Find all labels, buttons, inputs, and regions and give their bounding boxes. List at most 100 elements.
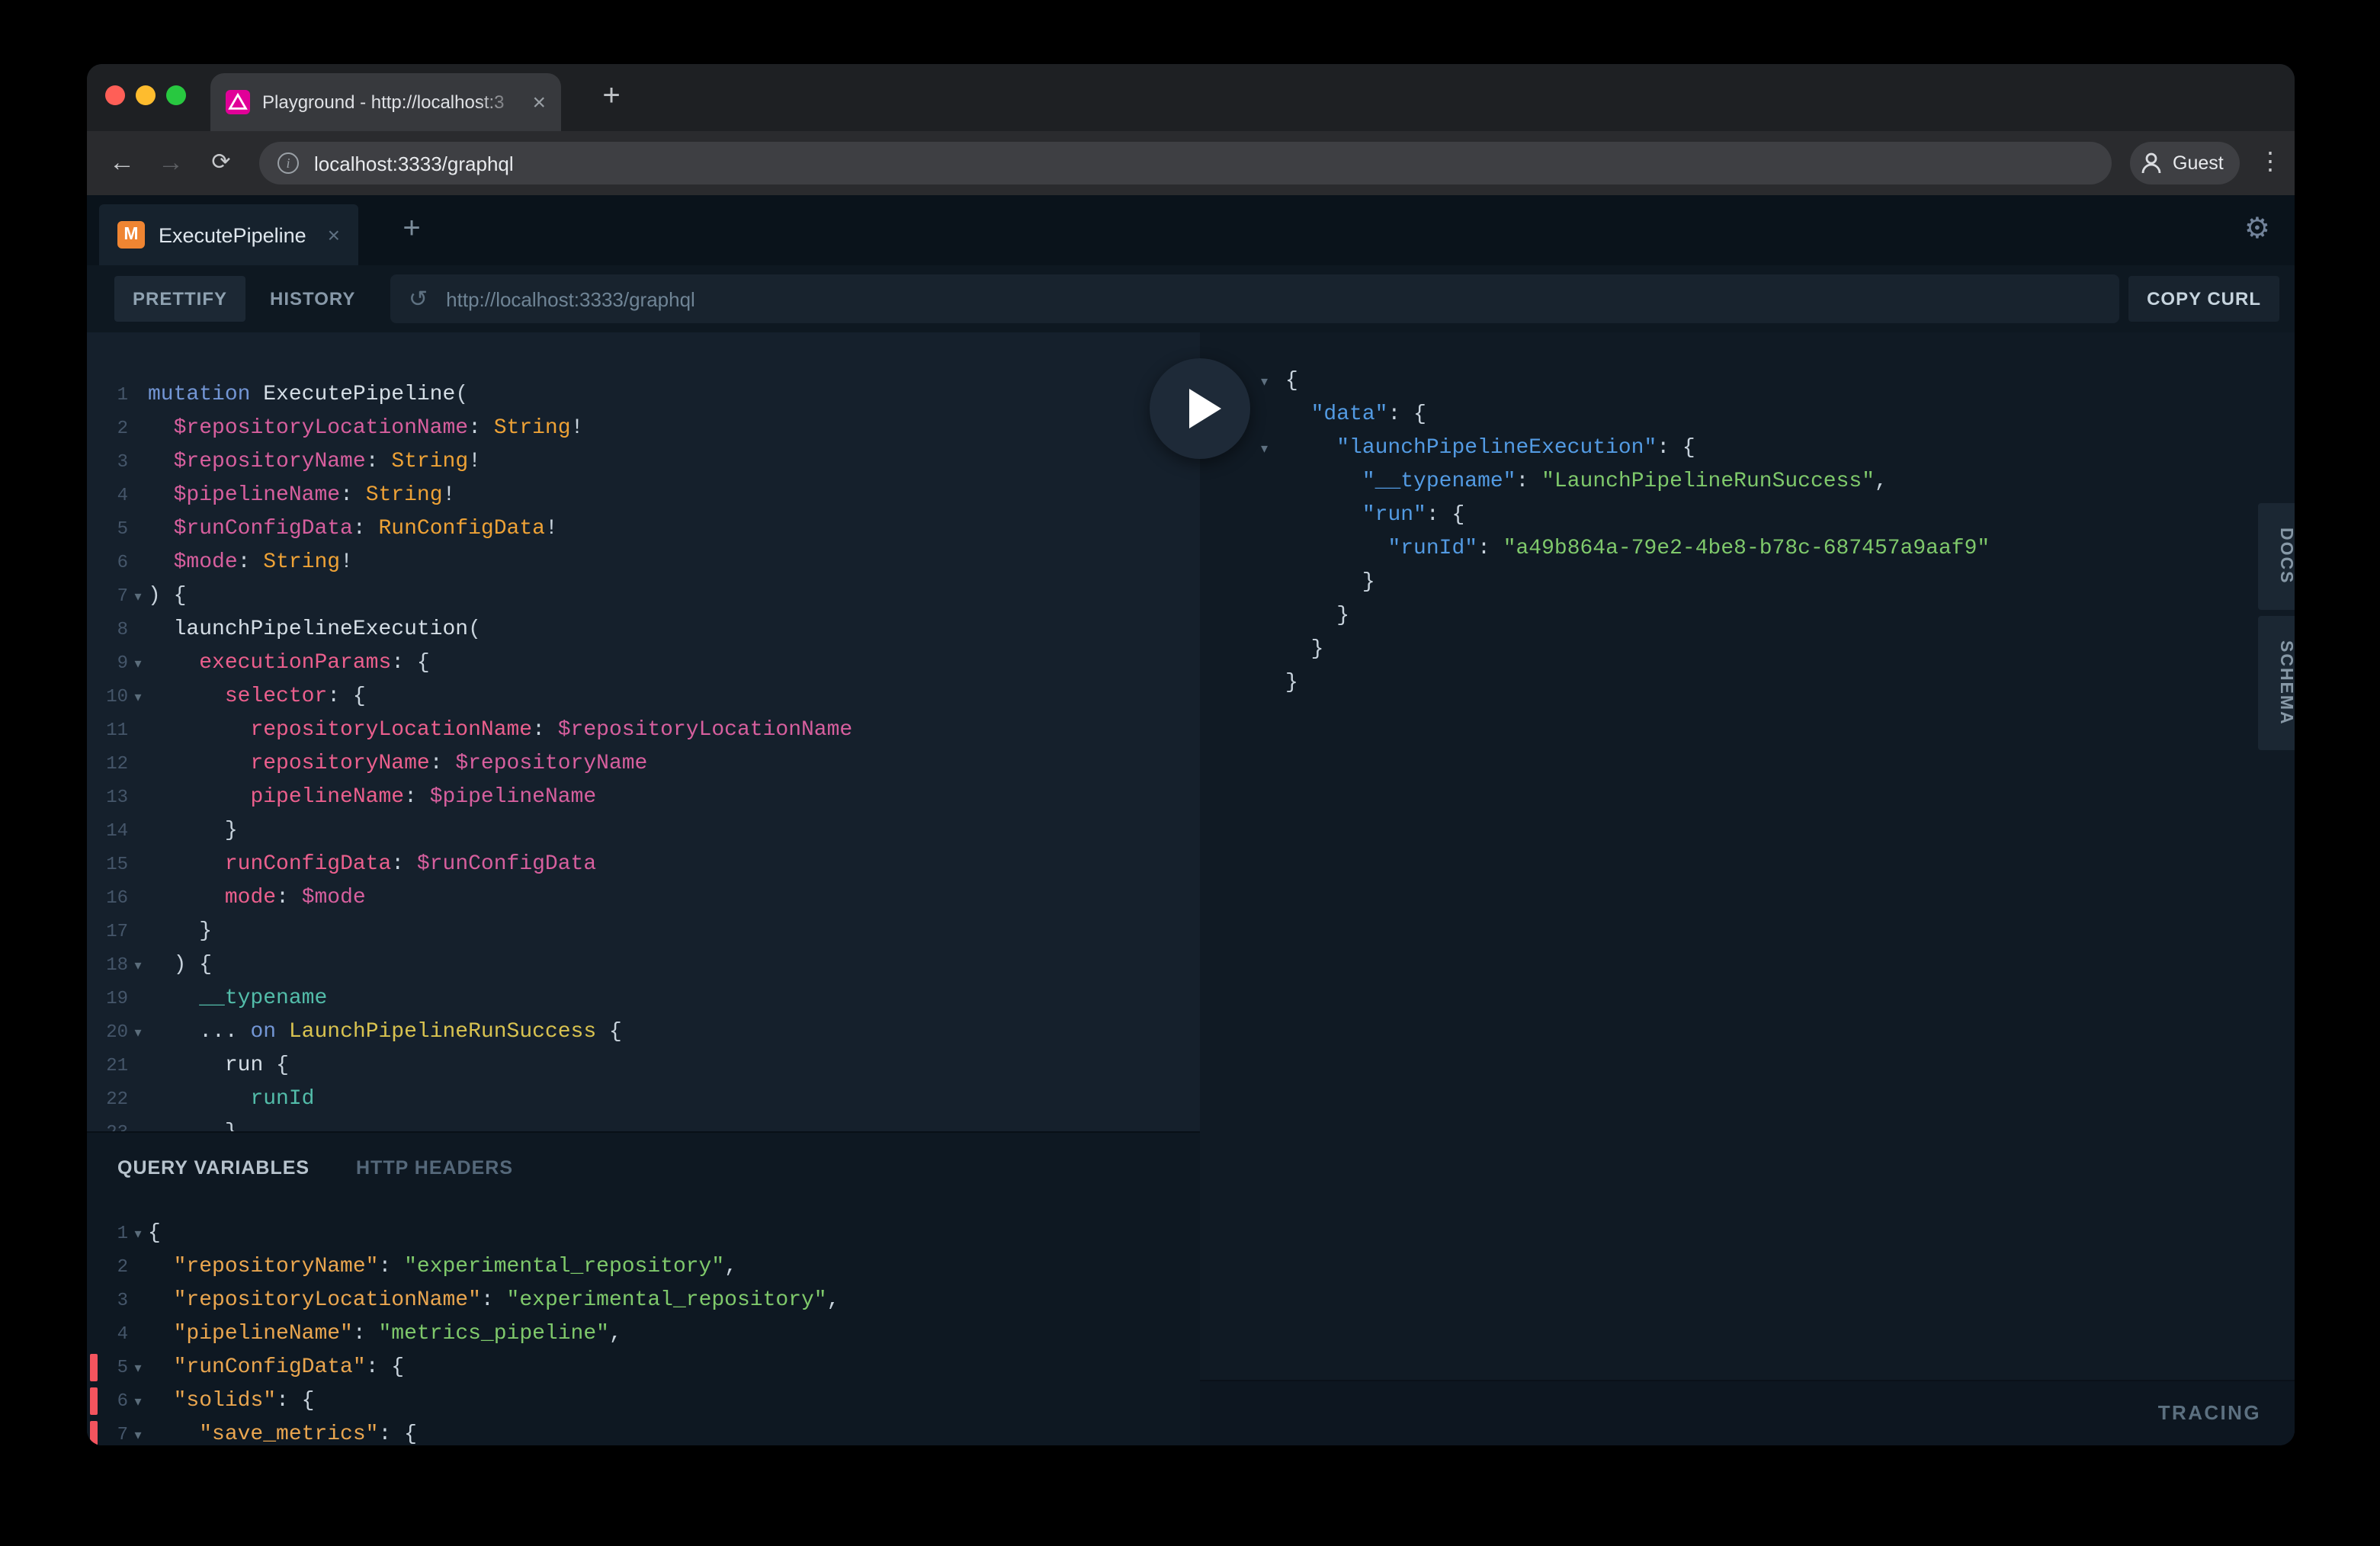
code-line: 19 __typename [87,982,1200,1015]
code-text: $pipelineName: String! [148,479,455,512]
playground-toolbar: PRETTIFY HISTORY ↺ http://localhost:3333… [87,265,2295,332]
new-tab-button[interactable]: + [590,76,633,119]
collapse-arrow-icon[interactable]: ▾ [1261,431,1285,465]
line-number: 4 [87,479,128,512]
execute-button[interactable] [1150,358,1250,459]
fold-arrow-icon[interactable]: ▾ [128,1418,148,1445]
code-text: } [1285,566,1375,599]
code-line: 13 pipelineName: $pipelineName [87,781,1200,814]
fold-arrow-icon[interactable]: ▾ [128,1384,148,1418]
endpoint-url-text: http://localhost:3333/graphql [446,287,695,310]
browser-tab[interactable]: Playground - http://localhost:3 × [210,73,561,131]
code-text: selector: { [148,680,366,714]
code-text: runConfigData: $runConfigData [148,848,596,881]
docs-tab[interactable]: DOCS [2258,503,2295,610]
window-close-button[interactable] [105,85,125,105]
fold-arrow-icon[interactable]: ▾ [128,646,148,680]
url-bar[interactable]: i localhost:3333/graphql [259,142,2112,184]
code-text: $mode: String! [148,546,353,579]
fold-arrow-icon[interactable]: ▾ [128,579,148,613]
schema-tab-label: SCHEMA [2276,640,2295,726]
code-text: $repositoryLocationName: String! [148,412,583,445]
playground-main: 1mutation ExecutePipeline(2 $repositoryL… [87,332,2295,1445]
copy-curl-button[interactable]: COPY CURL [2128,276,2279,322]
mutation-badge-icon: M [117,221,145,249]
tab-query-variables[interactable]: QUERY VARIABLES [117,1157,310,1179]
playground-new-tab-button[interactable]: + [389,195,435,265]
code-text: } [148,915,212,948]
code-text: run { [148,1049,289,1083]
code-line: 3 "repositoryLocationName": "experimenta… [87,1284,1200,1317]
code-text: } [1285,599,1349,633]
code-text: ) { [148,579,186,613]
fold-spacer [128,378,148,412]
fold-arrow-icon[interactable]: ▾ [128,1015,148,1049]
schema-tab[interactable]: SCHEMA [2258,616,2295,750]
code-line: 8 launchPipelineExecution( [87,613,1200,646]
fold-arrow-icon[interactable]: ▾ [128,948,148,982]
code-text: "runId": "a49b864a-79e2-4be8-b78c-687457… [1285,532,1990,566]
forward-button[interactable]: → [152,131,189,195]
variables-editor[interactable]: 1▾{2 "repositoryName": "experimental_rep… [87,1217,1200,1445]
code-text: } [148,1116,238,1131]
result-line: "run": { [1261,499,2295,532]
fold-arrow-icon[interactable]: ▾ [128,1217,148,1250]
playground-favicon-icon [226,90,250,114]
browser-menu-icon[interactable]: ⋮ [2252,131,2289,195]
window-fullscreen-button[interactable] [166,85,186,105]
history-button[interactable]: HISTORY [252,276,374,322]
browser-window: Playground - http://localhost:3 × + ← → … [87,64,2295,1445]
line-number: 13 [87,781,128,814]
line-number: 16 [87,881,128,915]
playground-tab[interactable]: M ExecutePipeline × [99,204,358,265]
code-text: executionParams: { [148,646,430,680]
code-line: 15 runConfigData: $runConfigData [87,848,1200,881]
fold-arrow-icon[interactable]: ▾ [128,680,148,714]
line-number: 1 [87,1217,128,1250]
line-number: 21 [87,1049,128,1083]
result-viewer: ▾{ "data": {▾ "launchPipelineExecution":… [1200,332,2295,1380]
result-pane: ▾{ "data": {▾ "launchPipelineExecution":… [1200,332,2295,1445]
result-line: ▾{ [1261,364,2295,398]
code-line: 3 $repositoryName: String! [87,445,1200,479]
info-icon[interactable]: i [277,152,299,174]
result-line: ▾ "launchPipelineExecution": { [1261,431,2295,465]
reload-button[interactable]: ⟳ [203,131,239,195]
tracing-bar[interactable]: TRACING [1200,1380,2295,1445]
code-text: "solids": { [148,1384,315,1418]
code-line: 11 repositoryLocationName: $repositoryLo… [87,714,1200,747]
query-editor[interactable]: 1mutation ExecutePipeline(2 $repositoryL… [87,332,1200,1131]
playground-tab-close-icon[interactable]: × [328,223,340,247]
fold-spacer [128,445,148,479]
tab-close-icon[interactable]: × [532,89,546,115]
settings-gear-icon[interactable]: ⚙ [2244,195,2270,265]
fold-arrow-icon[interactable]: ▾ [128,1351,148,1384]
desktop: Playground - http://localhost:3 × + ← → … [0,0,2380,1546]
collapse-arrow-icon[interactable]: ▾ [1261,364,1285,398]
avatar-icon [2138,149,2165,177]
fold-spacer [128,613,148,646]
guest-button[interactable]: Guest [2130,142,2240,184]
tab-http-headers[interactable]: HTTP HEADERS [356,1157,513,1179]
window-minimize-button[interactable] [136,85,156,105]
code-line: 6 $mode: String! [87,546,1200,579]
line-number: 4 [87,1317,128,1351]
endpoint-input[interactable]: ↺ http://localhost:3333/graphql [390,274,2119,323]
fold-spacer [128,881,148,915]
fold-spacer [1261,599,1285,633]
endpoint-refresh-icon[interactable]: ↺ [409,285,428,313]
code-line: 2 "repositoryName": "experimental_reposi… [87,1250,1200,1284]
back-button[interactable]: ← [104,131,140,195]
line-number: 17 [87,915,128,948]
variables-tabs: QUERY VARIABLES HTTP HEADERS [117,1154,513,1182]
fold-spacer [128,982,148,1015]
code-text: } [148,814,238,848]
code-line: 5▾ "runConfigData": { [87,1351,1200,1384]
code-text: } [1285,633,1323,666]
code-text: launchPipelineExecution( [148,613,481,646]
code-text: "repositoryLocationName": "experimental_… [148,1284,839,1317]
result-line: } [1261,566,2295,599]
code-text: "data": { [1285,398,1426,431]
fold-spacer [128,1250,148,1284]
prettify-button[interactable]: PRETTIFY [114,276,245,322]
